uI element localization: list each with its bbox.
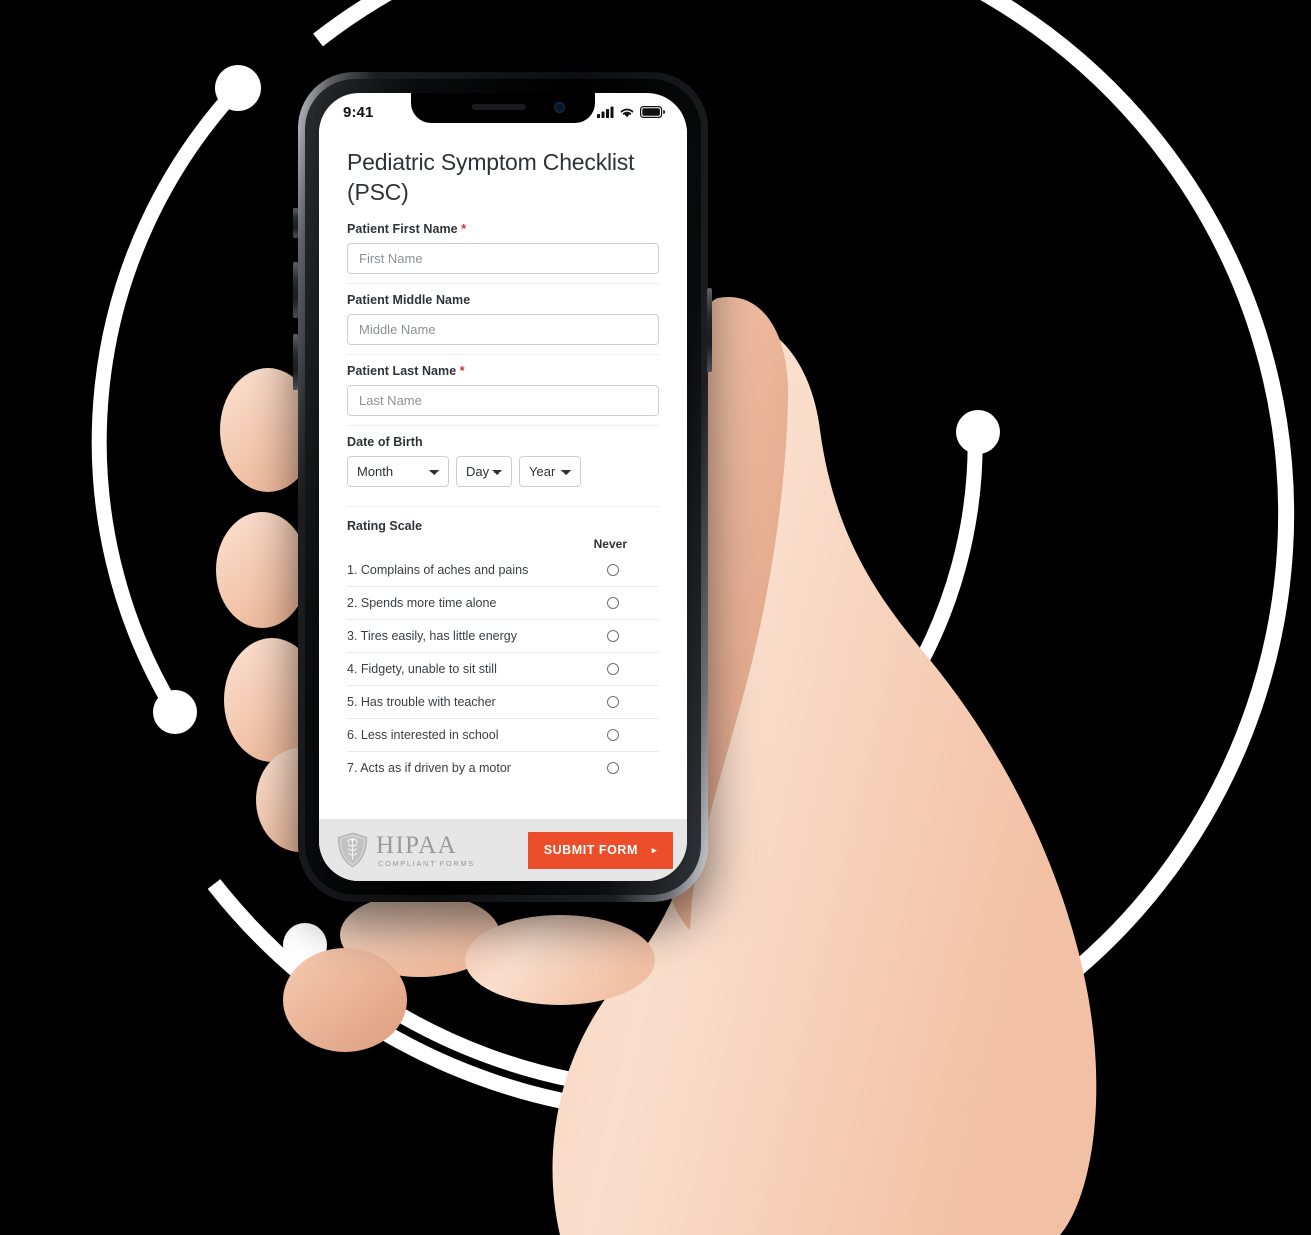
rating-scale-header: Never [347,537,659,551]
page-title: Pediatric Symptom Checklist (PSC) [347,149,635,206]
status-bar: 9:41 [319,93,687,127]
submit-form-button[interactable]: SUBMIT FORM ▸ [527,831,673,869]
screenshot-stage: 9:41 Pediatric Symptom Checklist (PSC) P… [0,0,1311,1235]
form-footer-bar: HIPAA COMPLIANT FORMS SUBMIT FORM ▸ [319,819,687,881]
required-marker: * [459,363,465,378]
rating-row: 2. Spends more time alone [347,587,659,620]
phone-bezel: 9:41 Pediatric Symptom Checklist (PSC) P… [305,79,701,895]
phone-screen: 9:41 Pediatric Symptom Checklist (PSC) P… [319,93,687,881]
rating-item-label: 6. Less interested in school [347,727,499,742]
rating-item-label: 2. Spends more time alone [347,595,497,610]
field-label: Patient Middle Name [347,293,659,307]
rating-radio-never[interactable] [607,695,619,708]
rating-scale-section: Rating Scale Never 1. Complains of aches… [347,505,659,785]
form-scroll-area[interactable]: Pediatric Symptom Checklist (PSC) Patien… [319,127,687,819]
battery-full-icon [640,106,665,118]
rating-item-label: 3. Tires easily, has little energy [347,628,517,643]
phone-in-hand-composition: 9:41 Pediatric Symptom Checklist (PSC) P… [0,0,1311,1235]
field-label-text: Patient First Name [347,221,458,236]
submit-button-label: SUBMIT FORM [543,843,638,857]
rating-radio-never[interactable] [607,596,619,609]
field-label: Patient Last Name * [347,364,659,378]
status-icons [597,106,665,118]
volume-up-button[interactable] [293,262,298,318]
chevron-right-icon: ▸ [651,844,657,855]
patient-last-name-input[interactable] [347,384,659,416]
power-button[interactable] [707,288,712,372]
status-time: 9:41 [343,103,374,121]
hipaa-text: HIPAA COMPLIANT FORMS [376,833,475,868]
patient-first-name-input[interactable] [347,242,659,274]
rating-radio-never[interactable] [607,629,619,642]
hipaa-title: HIPAA [376,831,458,859]
rating-row: 4. Fidgety, unable to sit still [347,653,659,686]
patient-middle-name-input[interactable] [347,313,659,345]
wifi-icon [620,108,634,118]
rating-radio-never[interactable] [607,662,619,675]
field-patient-middle-name: Patient Middle Name [347,282,659,354]
rating-item-label: 5. Has trouble with teacher [347,694,496,709]
rating-row: 6. Less interested in school [347,719,659,752]
required-marker: * [461,221,467,236]
field-patient-first-name: Patient First Name * [347,222,659,283]
dob-day-select[interactable]: Day [456,455,512,487]
field-label: Patient First Name * [347,222,659,236]
signal-bars-icon [597,106,614,118]
rating-column-never: Never [593,536,627,551]
hipaa-badge: HIPAA COMPLIANT FORMS [337,832,475,868]
rating-item-label: 1. Complains of aches and pains [347,562,529,577]
volume-down-button[interactable] [293,334,298,390]
hipaa-subtitle: COMPLIANT FORMS [378,858,475,868]
rating-row: 1. Complains of aches and pains [347,554,659,587]
field-label-text: Patient Last Name [347,363,457,378]
rating-radio-never[interactable] [607,563,619,576]
date-of-birth-row: Month Day Year [347,455,659,487]
field-date-of-birth: Date of Birth Month Day Year [347,424,659,496]
rating-radio-never[interactable] [607,728,619,741]
field-patient-last-name: Patient Last Name * [347,353,659,425]
dob-year-select[interactable]: Year [519,455,581,487]
dob-month-select[interactable]: Month [347,455,449,487]
rating-scale-title: Rating Scale [347,518,423,533]
rating-row: 7. Acts as if driven by a motor [347,752,659,785]
rating-item-label: 4. Fidgety, unable to sit still [347,661,497,676]
field-label-text: Patient Middle Name [347,292,471,307]
field-label: Date of Birth [347,434,423,449]
rating-row: 3. Tires easily, has little energy [347,620,659,653]
shield-caduceus-icon [337,832,368,868]
silent-switch-button[interactable] [293,208,298,238]
rating-row: 5. Has trouble with teacher [347,686,659,719]
rating-radio-never[interactable] [607,762,619,775]
phone-device: 9:41 Pediatric Symptom Checklist (PSC) P… [298,72,708,902]
rating-item-label: 7. Acts as if driven by a motor [347,761,511,776]
